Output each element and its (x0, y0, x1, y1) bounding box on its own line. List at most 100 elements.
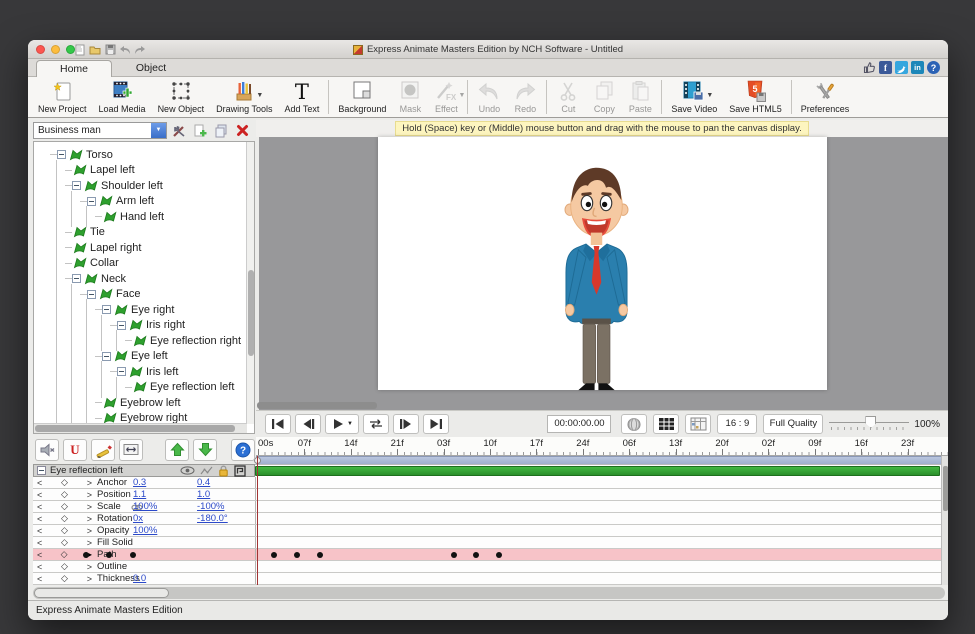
property-track[interactable] (255, 525, 948, 536)
next-keyframe-button[interactable]: > (87, 514, 92, 524)
chevron-down-icon[interactable]: ▼ (256, 92, 263, 99)
tree-item-collar[interactable]: Collar (40, 256, 244, 271)
tree-item-lapel-right[interactable]: Lapel right (40, 240, 244, 255)
prev-keyframe-button[interactable]: < (37, 478, 42, 488)
property-value-link[interactable]: -100% (197, 501, 249, 512)
tree-vertical-scroll-thumb[interactable] (248, 270, 254, 356)
tree-expand-box[interactable] (72, 181, 81, 190)
fit-button[interactable] (119, 439, 143, 461)
go-to-start-button[interactable] (265, 414, 291, 434)
like-icon[interactable] (863, 61, 876, 74)
frame-forward-button[interactable] (393, 414, 419, 434)
chevron-down-icon[interactable]: ▼ (347, 421, 353, 427)
grid-button[interactable] (653, 414, 679, 434)
tree-horizontal-scrollbar[interactable] (34, 423, 247, 433)
magnet-button[interactable]: U (63, 439, 87, 461)
timeline-horizontal-scrollbar[interactable] (33, 587, 945, 599)
aspect-ratio-button[interactable]: 16 : 9 (717, 414, 757, 434)
prev-keyframe-button[interactable]: < (37, 550, 42, 560)
chevron-down-icon[interactable]: ▼ (706, 92, 713, 99)
next-keyframe-button[interactable]: > (87, 526, 92, 536)
add-keyframe-button[interactable]: ◇ (61, 477, 68, 488)
new-object-button[interactable]: New Object (152, 77, 211, 117)
play-button[interactable]: ▼ (325, 414, 359, 434)
keyframe-dot[interactable] (317, 552, 323, 558)
property-track[interactable] (255, 501, 948, 512)
duplicate-object-button[interactable] (212, 123, 230, 139)
tree-item-face[interactable]: Face (40, 287, 244, 302)
tree-expand-box[interactable] (102, 352, 111, 361)
keyframe-dot[interactable] (473, 552, 479, 558)
canvas[interactable] (378, 137, 827, 390)
load-media-button[interactable]: Load Media (93, 77, 152, 117)
object-tools-button[interactable] (170, 123, 188, 139)
tree-item-torso[interactable]: Torso (40, 147, 244, 162)
prev-keyframe-button[interactable]: < (37, 526, 42, 536)
tree-horizontal-scroll-thumb[interactable] (35, 425, 235, 432)
move-up-button[interactable] (165, 439, 189, 461)
prev-keyframe-button[interactable]: < (37, 562, 42, 572)
tree-expand-box[interactable] (87, 197, 96, 206)
timeline-vertical-scrollbar[interactable] (941, 456, 948, 585)
property-track[interactable] (255, 477, 948, 488)
onion-skin-button[interactable] (621, 414, 647, 434)
new-project-button[interactable]: New Project (32, 77, 93, 117)
keyframe-dot[interactable] (130, 552, 136, 558)
timeline-vertical-scroll-thumb[interactable] (943, 466, 948, 511)
zoom-slider[interactable] (829, 414, 909, 434)
property-track[interactable] (255, 537, 948, 548)
keyframe-dot[interactable] (451, 552, 457, 558)
draw-button[interactable] (91, 439, 115, 461)
chevron-down-icon[interactable]: ▼ (151, 123, 166, 138)
quality-button[interactable]: Full Quality (763, 414, 823, 434)
keyframe-dot[interactable] (496, 552, 502, 558)
save-video-button[interactable]: ▼Save Video (665, 77, 723, 117)
property-value-link[interactable]: 100% (133, 501, 185, 512)
property-value-link[interactable]: -180.0° (197, 513, 249, 524)
layer-duration-bar[interactable] (255, 466, 940, 476)
delete-object-button[interactable] (233, 123, 251, 139)
tree-expand-box[interactable] (117, 367, 126, 376)
timeline-horizontal-scroll-thumb[interactable] (34, 588, 169, 598)
tab-object[interactable]: Object (113, 60, 189, 77)
tree-item-lapel-left[interactable]: Lapel left (40, 163, 244, 178)
tree-item-neck[interactable]: Neck (40, 271, 244, 286)
add-keyframe-button[interactable]: ◇ (61, 549, 68, 560)
property-value-link[interactable]: 0.4 (197, 477, 249, 488)
next-keyframe-button[interactable]: > (87, 478, 92, 488)
graph-icon[interactable] (200, 466, 213, 475)
property-track[interactable] (255, 561, 948, 572)
frame-view-button[interactable] (685, 414, 711, 434)
add-object-button[interactable] (191, 123, 209, 139)
tab-home[interactable]: Home (36, 60, 112, 77)
tree-vertical-scrollbar[interactable] (246, 142, 254, 424)
property-track[interactable] (255, 489, 948, 500)
property-track[interactable] (255, 513, 948, 524)
canvas-horizontal-scroll-thumb[interactable] (257, 402, 377, 409)
next-keyframe-button[interactable]: > (87, 490, 92, 500)
add-keyframe-button[interactable]: ◇ (61, 513, 68, 524)
next-keyframe-button[interactable]: > (87, 574, 92, 584)
prev-keyframe-button[interactable]: < (37, 574, 42, 584)
property-value-link[interactable]: 0.0 (133, 573, 185, 584)
property-value-link[interactable]: 0.3 (133, 477, 185, 488)
prev-keyframe-button[interactable]: < (37, 502, 42, 512)
mute-button[interactable] (35, 439, 59, 461)
add-text-button[interactable]: TAdd Text (278, 77, 325, 117)
chevron-down-icon[interactable]: ▼ (458, 92, 465, 99)
eye-icon[interactable] (180, 466, 195, 475)
twitter-icon[interactable] (895, 61, 908, 74)
playhead-line[interactable] (257, 456, 258, 585)
lock-icon[interactable] (218, 465, 229, 477)
next-keyframe-button[interactable]: > (87, 562, 92, 572)
add-keyframe-button[interactable]: ◇ (61, 525, 68, 536)
go-to-end-button[interactable] (423, 414, 449, 434)
property-value-link[interactable]: 1.1 (133, 489, 185, 500)
tree-item-arm-left[interactable]: Arm left (40, 194, 244, 209)
property-track[interactable] (255, 549, 948, 560)
prev-keyframe-button[interactable]: < (37, 538, 42, 548)
keyframe-dot[interactable] (83, 552, 89, 558)
tree-expand-box[interactable] (102, 305, 111, 314)
property-value-link[interactable]: 100% (133, 525, 185, 536)
add-keyframe-button[interactable]: ◇ (61, 489, 68, 500)
